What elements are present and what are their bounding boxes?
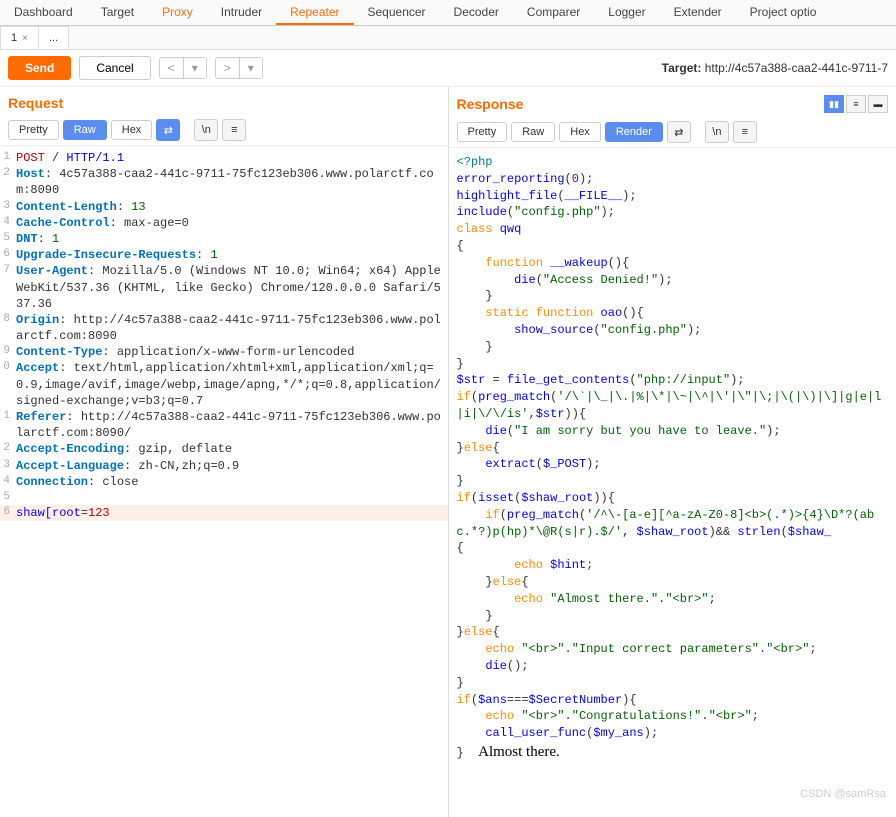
layout-rows-icon[interactable]: ≡ xyxy=(846,95,866,113)
response-format-row: PrettyRawHexRender⇄ \n≡ xyxy=(449,117,896,148)
prev-button[interactable]: < xyxy=(159,57,184,79)
cancel-button[interactable]: Cancel xyxy=(79,56,150,80)
prev-dd[interactable]: ▾ xyxy=(184,57,207,79)
fmt-hex[interactable]: Hex xyxy=(559,122,601,142)
main-tabs: DashboardTargetProxyIntruderRepeaterSequ… xyxy=(0,0,896,26)
response-title: Response xyxy=(457,96,524,112)
tab-target[interactable]: Target xyxy=(87,0,148,25)
response-pane: Response ▮▮ ≡ ▬ PrettyRawHexRender⇄\n≡ <… xyxy=(449,87,896,817)
newline-icon[interactable]: ⇄ xyxy=(156,119,180,141)
tab-intruder[interactable]: Intruder xyxy=(207,0,276,25)
fmt-raw[interactable]: Raw xyxy=(63,120,107,140)
wrap-icon[interactable]: \n xyxy=(194,119,218,141)
tab-dashboard[interactable]: Dashboard xyxy=(0,0,87,25)
request-pane: Request PrettyRawHex⇄ \n≡ 1POST / HTTP/1.… xyxy=(0,87,449,817)
tab-repeater[interactable]: Repeater xyxy=(276,0,353,25)
target-label: Target: http://4c57a388-caa2-441c-9711-7 xyxy=(662,61,888,75)
tab-sequencer[interactable]: Sequencer xyxy=(354,0,440,25)
request-format-row: PrettyRawHex⇄ \n≡ xyxy=(0,115,448,146)
sub-tabs: 1×... xyxy=(0,26,896,50)
tab-comparer[interactable]: Comparer xyxy=(513,0,594,25)
close-icon[interactable]: × xyxy=(22,33,28,44)
next-dd[interactable]: ▾ xyxy=(240,57,263,79)
wrap-icon[interactable]: \n xyxy=(705,121,729,143)
menu-icon[interactable]: ≡ xyxy=(222,119,246,141)
next-button[interactable]: > xyxy=(215,57,240,79)
menu-icon[interactable]: ≡ xyxy=(733,121,757,143)
toolbar: Send Cancel < ▾ > ▾ Target: http://4c57a… xyxy=(0,50,896,87)
fmt-hex[interactable]: Hex xyxy=(111,120,153,140)
response-body[interactable]: <?php error_reporting(0); highlight_file… xyxy=(449,148,896,817)
tab-extender[interactable]: Extender xyxy=(660,0,736,25)
layout-columns-icon[interactable]: ▮▮ xyxy=(824,95,844,113)
request-title: Request xyxy=(8,95,63,111)
fmt-pretty[interactable]: Pretty xyxy=(8,120,59,140)
fmt-render[interactable]: Render xyxy=(605,122,663,142)
request-body[interactable]: 1POST / HTTP/1.12Host: 4c57a388-caa2-441… xyxy=(0,146,448,817)
tab-project-optio[interactable]: Project optio xyxy=(736,0,831,25)
layout-single-icon[interactable]: ▬ xyxy=(868,95,888,113)
subtab-1[interactable]: 1× xyxy=(0,26,39,49)
send-button[interactable]: Send xyxy=(8,56,71,80)
layout-icons: ▮▮ ≡ ▬ xyxy=(824,95,888,113)
fmt-pretty[interactable]: Pretty xyxy=(457,122,508,142)
tab-logger[interactable]: Logger xyxy=(594,0,659,25)
watermark: CSDN @samRsa xyxy=(800,788,886,800)
newline-icon[interactable]: ⇄ xyxy=(667,121,691,143)
subtab-...[interactable]: ... xyxy=(38,26,69,49)
fmt-raw[interactable]: Raw xyxy=(511,122,555,142)
tab-proxy[interactable]: Proxy xyxy=(148,0,207,25)
tab-decoder[interactable]: Decoder xyxy=(440,0,513,25)
